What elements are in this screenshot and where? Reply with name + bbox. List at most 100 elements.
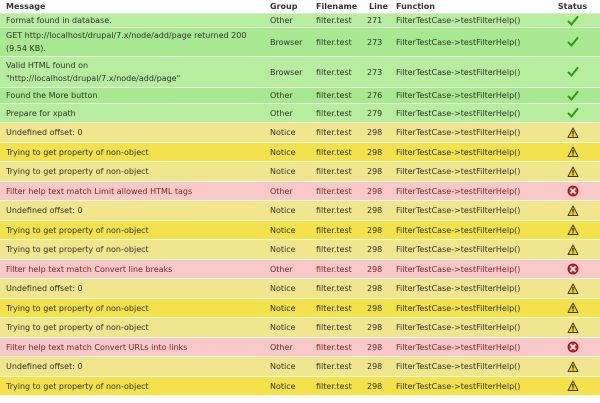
- cell-line: 298: [367, 284, 383, 293]
- cell-function: FilterTestCase->testFilterHelp(): [396, 128, 521, 137]
- cell-function: FilterTestCase->testFilterHelp(): [396, 147, 521, 157]
- cell-group: Other: [270, 108, 293, 118]
- cell-filename: filter.test: [316, 186, 352, 196]
- cell-filename: filter.test: [316, 67, 352, 77]
- cell-function: FilterTestCase->testFilterHelp(): [396, 264, 521, 274]
- cell-message: Filter help text match Limit allowed HTM…: [6, 186, 193, 196]
- cell-filename: filter.test: [316, 264, 352, 274]
- cell-group: Notice: [270, 147, 296, 157]
- warning-icon: [567, 322, 578, 333]
- column-header-message[interactable]: Message: [0, 0, 264, 14]
- cell-message: Prepare for xpath: [6, 108, 76, 118]
- column-header-group[interactable]: Group: [264, 0, 310, 14]
- cell-group: Other: [270, 186, 293, 196]
- table-row: Filter help text match Limit allowed HTM…: [0, 181, 600, 201]
- cell-message: Trying to get property of non-object: [6, 245, 149, 254]
- test-results-table: Message Group Filename Line Function Sta…: [0, 0, 600, 396]
- cell-message: Found the More button: [6, 91, 98, 100]
- cell-status: [545, 123, 600, 143]
- cell-function: FilterTestCase->testFilterHelp(): [396, 362, 521, 371]
- warning-icon: [567, 244, 578, 255]
- cell-group: Notice: [270, 225, 296, 235]
- cell-status: [545, 318, 600, 338]
- cell-status: [545, 162, 600, 182]
- cell-function: FilterTestCase->testFilterHelp(): [396, 16, 521, 25]
- warning-icon: [567, 380, 578, 391]
- cell-filename: filter.test: [316, 245, 352, 254]
- cell-line: 298: [367, 147, 383, 157]
- cell-group: Notice: [270, 323, 296, 332]
- table-row: Valid HTML found on "http://localhost/dr…: [0, 56, 600, 88]
- cell-filename: filter.test: [316, 37, 352, 47]
- cell-line: 298: [367, 167, 383, 176]
- table-row: Filter help text match Convert URLs into…: [0, 337, 600, 357]
- column-header-filename[interactable]: Filename: [310, 0, 363, 14]
- cell-message: Filter help text match Convert line brea…: [6, 264, 173, 274]
- cell-filename: filter.test: [316, 323, 352, 332]
- warning-icon: [567, 361, 578, 372]
- table-row: Trying to get property of non-object Noti…: [0, 298, 600, 318]
- check-icon: [567, 37, 578, 47]
- cell-message: Undefined offset: 0: [6, 206, 83, 215]
- cell-status: [545, 88, 600, 104]
- cell-group: Notice: [270, 362, 296, 371]
- cell-message: Format found in database.: [6, 16, 112, 25]
- table-row: Prepare for xpath Other filter.test 279 Filt…: [0, 103, 600, 123]
- cell-function: FilterTestCase->testFilterHelp(): [396, 206, 521, 215]
- cell-line: 298: [367, 128, 383, 137]
- check-icon: [567, 15, 578, 26]
- cell-group: Browser: [270, 37, 303, 47]
- column-header-status[interactable]: Status: [545, 0, 600, 14]
- column-header-function[interactable]: Function: [390, 0, 545, 14]
- column-header-line[interactable]: Line: [363, 0, 390, 14]
- warning-icon: [567, 302, 578, 313]
- cell-group: Notice: [270, 284, 296, 293]
- cell-status: [545, 357, 600, 377]
- cell-function: FilterTestCase->testFilterHelp(): [396, 342, 521, 352]
- cell-function: FilterTestCase->testFilterHelp(): [396, 284, 521, 293]
- warning-icon: [567, 283, 578, 294]
- cell-group: Notice: [270, 167, 296, 176]
- cell-line: 298: [367, 303, 383, 313]
- table-header-row: Message Group Filename Line Function Sta…: [0, 0, 600, 14]
- cell-function: FilterTestCase->testFilterHelp(): [396, 381, 521, 391]
- table-row: GET http://localhost/drupal/7.x/node/add…: [0, 27, 600, 57]
- cell-message: Trying to get property of non-object: [6, 147, 149, 157]
- cell-message: Undefined offset: 0: [6, 362, 83, 371]
- cell-status: [545, 338, 600, 357]
- cell-group: Other: [270, 16, 293, 25]
- cell-status: [545, 182, 600, 201]
- table-row: Undefined offset: 0 Notice filter.test 298 F…: [0, 356, 600, 377]
- cell-line: 298: [367, 264, 383, 274]
- cell-line: 273: [367, 67, 383, 77]
- cell-group: Browser: [270, 67, 303, 77]
- cell-group: Other: [270, 342, 293, 352]
- cell-filename: filter.test: [316, 284, 352, 293]
- cell-function: FilterTestCase->testFilterHelp(): [396, 186, 521, 196]
- check-icon: [567, 90, 578, 101]
- cell-function: FilterTestCase->testFilterHelp(): [396, 37, 521, 47]
- cell-status: [545, 377, 600, 396]
- table-row: Undefined offset: 0 Notice filter.test 298 F…: [0, 122, 600, 143]
- cell-message: Trying to get property of non-object: [6, 167, 149, 176]
- cell-group: Notice: [270, 303, 296, 313]
- cell-line: 298: [367, 245, 383, 254]
- cell-message: Trying to get property of non-object: [6, 225, 149, 235]
- cell-group: Notice: [270, 128, 296, 137]
- table-row: Trying to get property of non-object Noti…: [0, 239, 600, 260]
- cell-message: Trying to get property of non-object: [6, 323, 149, 332]
- cell-message: Valid HTML found on "http://localhost/dr…: [6, 61, 181, 83]
- cell-message: Trying to get property of non-object: [6, 303, 149, 313]
- cell-filename: filter.test: [316, 206, 352, 215]
- cell-function: FilterTestCase->testFilterHelp(): [396, 323, 521, 332]
- cell-function: FilterTestCase->testFilterHelp(): [396, 245, 521, 254]
- cell-filename: filter.test: [316, 91, 352, 100]
- cell-line: 298: [367, 362, 383, 371]
- cell-group: Notice: [270, 245, 296, 254]
- warning-icon: [567, 205, 578, 216]
- warning-icon: [567, 146, 578, 157]
- cell-line: 279: [367, 108, 383, 118]
- warning-icon: [567, 127, 578, 138]
- cell-line: 276: [367, 91, 383, 100]
- cell-status: [545, 260, 600, 279]
